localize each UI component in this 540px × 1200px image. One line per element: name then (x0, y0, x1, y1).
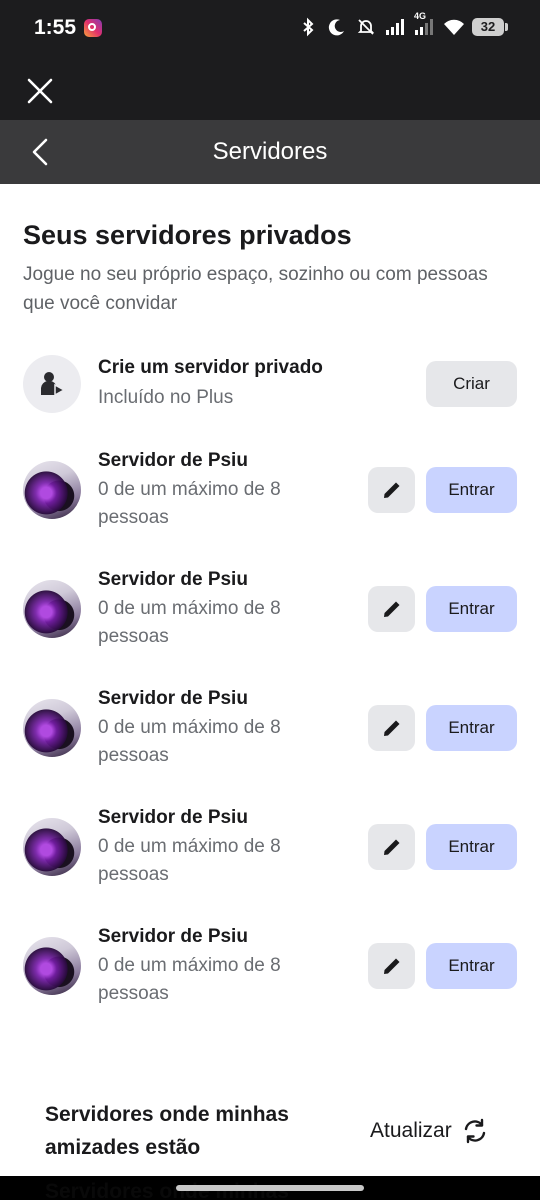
status-icons: 4G 32 (298, 11, 508, 37)
create-server-row: Crie um servidor privado Incluído no Plu… (0, 352, 540, 442)
servers-content: Seus servidores privados Jogue no seu pr… (0, 184, 540, 1200)
server-row: Servidor de Psiu 0 de um máximo de 8 pes… (0, 446, 540, 536)
pencil-icon (383, 839, 399, 855)
enter-server-button[interactable]: Entrar (426, 705, 517, 751)
instagram-notification-icon (84, 19, 102, 37)
server-capacity: 0 de um máximo de 8 pessoas (98, 955, 281, 1004)
status-bar: 1:55 4G 32 (0, 0, 540, 60)
server-name: Servidor de Psiu (98, 926, 248, 947)
edit-server-button[interactable] (368, 586, 415, 632)
signal-4g-icon: 4G (414, 11, 434, 37)
bluetooth-icon (298, 17, 318, 37)
private-servers-heading: Seus servidores privados (23, 220, 352, 250)
server-avatar (23, 937, 81, 995)
moon-icon (327, 17, 347, 37)
gesture-bar: Servidores onde minhas (0, 1176, 540, 1200)
server-avatar (23, 461, 81, 519)
server-avatar (23, 699, 81, 757)
server-row: Servidor de Psiu 0 de um máximo de 8 pes… (0, 803, 540, 893)
server-avatar (23, 818, 81, 876)
server-capacity: 0 de um máximo de 8 pessoas (98, 717, 281, 766)
home-indicator[interactable] (176, 1185, 364, 1191)
create-server-title: Crie um servidor privado (98, 357, 323, 378)
pencil-icon (383, 958, 399, 974)
private-servers-description: Jogue no seu próprio espaço, sozinho ou … (23, 264, 488, 314)
edit-server-button[interactable] (368, 824, 415, 870)
nav-bar: Servidores (0, 120, 540, 184)
server-capacity: 0 de um máximo de 8 pessoas (98, 479, 281, 528)
pencil-icon (383, 482, 399, 498)
close-button[interactable] (24, 75, 56, 107)
enter-server-button[interactable]: Entrar (426, 586, 517, 632)
refresh-label: Atualizar (370, 1119, 452, 1142)
friends-servers-heading: Servidores onde minhas amizades estão (45, 1103, 289, 1159)
wifi-icon (443, 17, 464, 37)
refresh-icon (464, 1118, 485, 1144)
server-name: Servidor de Psiu (98, 450, 248, 471)
close-icon (27, 78, 53, 104)
signal-icon (385, 17, 405, 37)
server-name: Servidor de Psiu (98, 569, 248, 590)
enter-server-button[interactable]: Entrar (426, 824, 517, 870)
server-name: Servidor de Psiu (98, 688, 248, 709)
network-type-label: 4G (414, 11, 427, 21)
create-button[interactable]: Criar (426, 361, 517, 407)
edit-server-button[interactable] (368, 467, 415, 513)
status-time: 1:55 (34, 16, 77, 39)
refresh-button[interactable]: Atualizar (370, 1118, 488, 1144)
enter-server-button[interactable]: Entrar (426, 467, 517, 513)
create-server-avatar (23, 355, 81, 413)
server-capacity: 0 de um máximo de 8 pessoas (98, 598, 281, 647)
page-title: Servidores (212, 138, 328, 165)
pencil-icon (383, 601, 399, 617)
server-row: Servidor de Psiu 0 de um máximo de 8 pes… (0, 684, 540, 774)
server-name: Servidor de Psiu (98, 807, 248, 828)
person-play-icon (41, 372, 65, 397)
create-server-subtitle: Incluído no Plus (98, 387, 234, 408)
server-row: Servidor de Psiu 0 de um máximo de 8 pes… (0, 922, 540, 1012)
modal-top-bar (0, 60, 540, 120)
server-row: Servidor de Psiu 0 de um máximo de 8 pes… (0, 565, 540, 655)
pencil-icon (383, 720, 399, 736)
server-capacity: 0 de um máximo de 8 pessoas (98, 836, 281, 885)
battery-icon: 32 (472, 18, 508, 36)
edit-server-button[interactable] (368, 943, 415, 989)
enter-server-button[interactable]: Entrar (426, 943, 517, 989)
bell-off-icon (356, 17, 376, 37)
edit-server-button[interactable] (368, 705, 415, 751)
server-avatar (23, 580, 81, 638)
